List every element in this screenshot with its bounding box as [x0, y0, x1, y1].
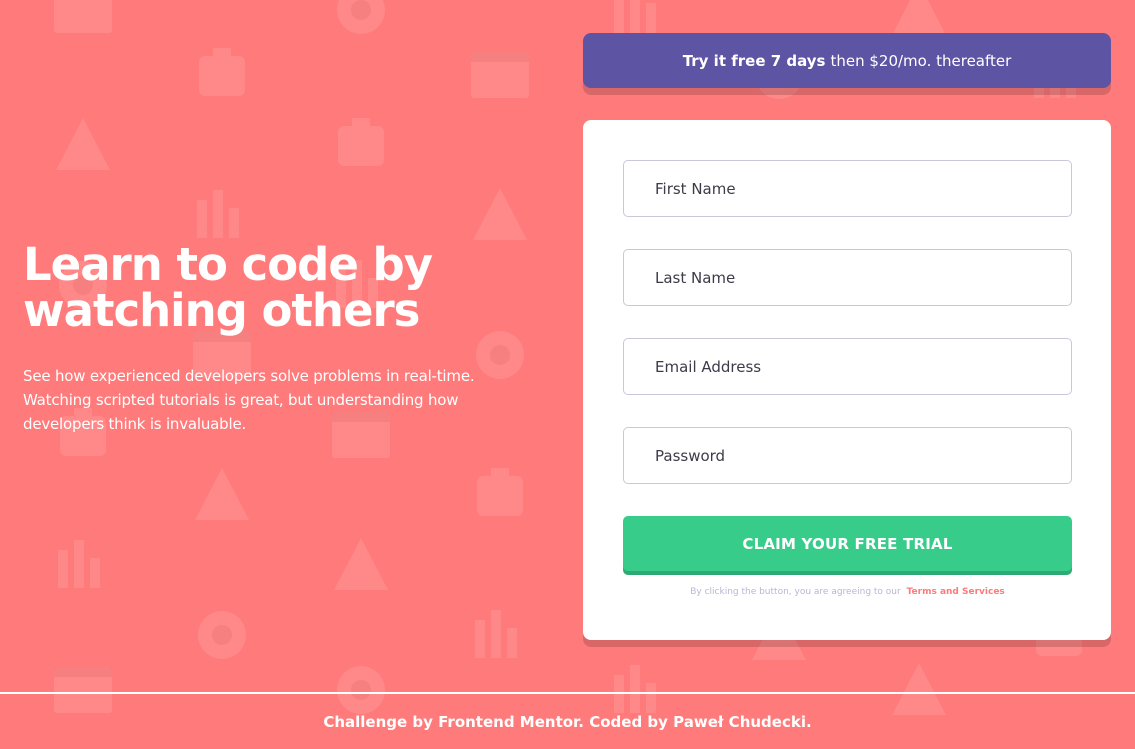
terms-text: By clicking the button, you are agreeing… [690, 587, 901, 597]
pattern-tile [461, 180, 539, 250]
attribution-text: Challenge by Frontend Mentor. Coded by P… [323, 712, 812, 731]
first-name-field[interactable] [623, 160, 1072, 217]
password-field[interactable] [623, 427, 1072, 484]
pattern-tile [44, 0, 122, 45]
banner-rest-text: then $20/mo. thereafter [830, 51, 1012, 70]
claim-trial-button[interactable]: CLAIM YOUR FREE TRIAL [623, 516, 1072, 571]
pattern-tile [44, 110, 122, 180]
email-field[interactable] [623, 338, 1072, 395]
pattern-tile [322, 530, 400, 600]
last-name-field[interactable] [623, 249, 1072, 306]
pattern-tile [183, 600, 261, 670]
attribution-footer: Challenge by Frontend Mentor. Coded by P… [0, 694, 1135, 749]
pattern-tile [183, 40, 261, 110]
pattern-tile [322, 0, 400, 45]
trial-banner: Try it free 7 days then $20/mo. thereaft… [583, 33, 1111, 88]
banner-bold-text: Try it free 7 days [682, 51, 826, 70]
pattern-tile [461, 40, 539, 110]
terms-link[interactable]: Terms and Services [907, 587, 1005, 597]
pattern-tile [183, 460, 261, 530]
pattern-tile [44, 530, 122, 600]
signup-form: CLAIM YOUR FREE TRIAL By clicking the bu… [583, 120, 1111, 640]
hero-section: Learn to code by watching others See how… [23, 242, 533, 436]
terms-notice: By clicking the button, you are agreeing… [623, 587, 1072, 597]
hero-title-line2: watching others [23, 284, 420, 337]
hero-description: See how experienced developers solve pro… [23, 367, 475, 433]
pattern-tile [322, 110, 400, 180]
pattern-tile [461, 600, 539, 670]
hero-title: Learn to code by watching others [23, 242, 533, 334]
pattern-tile [461, 460, 539, 530]
